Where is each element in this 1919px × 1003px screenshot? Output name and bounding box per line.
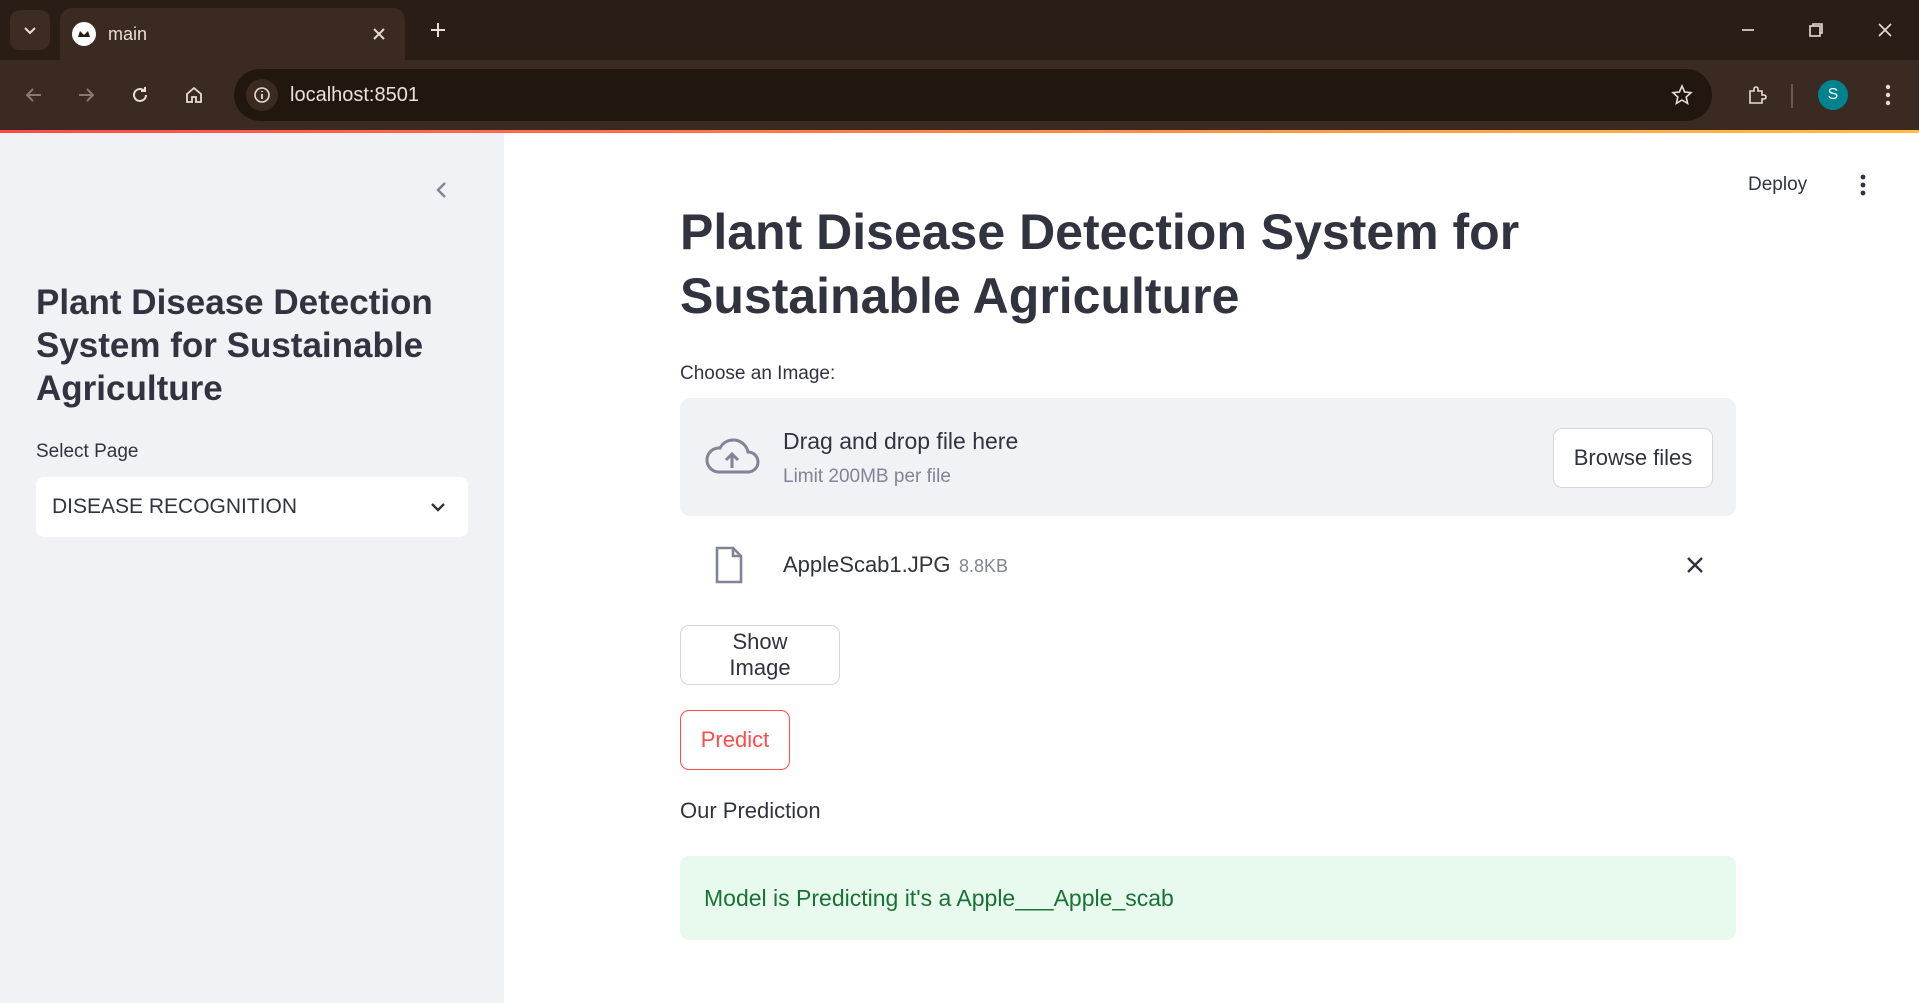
tab-title: main [108, 24, 148, 44]
page-title: Plant Disease Detection System for Susta… [680, 204, 1520, 324]
profile-avatar[interactable]: S [1818, 80, 1848, 110]
page-select[interactable]: DISEASE RECOGNITION [36, 477, 468, 537]
sidebar-title: Plant Disease Detection System for Susta… [36, 283, 433, 408]
page-select-value: DISEASE RECOGNITION [52, 495, 298, 518]
back-arrow-icon[interactable] [14, 75, 54, 115]
tab-search-button[interactable] [10, 10, 50, 50]
uploaded-file-size: 8.8KB [959, 556, 1009, 576]
uploader-label: Choose an Image: [680, 363, 836, 384]
remove-file-close-icon[interactable] [1680, 550, 1710, 580]
sidebar: Plant Disease Detection System for Susta… [0, 133, 504, 1003]
reload-icon[interactable] [120, 75, 160, 115]
file-icon [714, 546, 744, 584]
uploaded-file-row: AppleScab1.JPG 8.8KB [680, 536, 1736, 594]
dropzone-limit: Limit 200MB per file [783, 466, 951, 487]
uploaded-file-name: AppleScab1.JPG [783, 552, 951, 577]
browser-tab[interactable]: main [60, 8, 405, 60]
browser-menu-icon[interactable] [1868, 75, 1908, 115]
show-image-button[interactable]: Show Image [680, 625, 840, 685]
browse-files-button[interactable]: Browse files [1553, 428, 1713, 488]
restore-icon[interactable] [1798, 12, 1834, 48]
site-info-icon[interactable] [246, 79, 278, 111]
select-page-label: Select Page [36, 441, 139, 462]
close-window-icon[interactable] [1867, 12, 1903, 48]
file-dropzone[interactable]: Drag and drop file here Limit 200MB per … [680, 398, 1736, 516]
extensions-puzzle-icon[interactable] [1737, 75, 1777, 115]
streamlit-favicon-icon [72, 22, 96, 46]
browser-toolbar: localhost:8501 S [0, 60, 1919, 130]
close-tab-icon[interactable] [367, 22, 391, 46]
chevron-down-icon [24, 27, 36, 35]
home-icon[interactable] [174, 75, 214, 115]
prediction-heading: Our Prediction [680, 798, 821, 823]
main-menu-icon[interactable] [1848, 170, 1878, 200]
collapse-sidebar-chevron-icon[interactable] [426, 175, 456, 205]
deploy-button[interactable]: Deploy [1748, 170, 1807, 200]
forward-arrow-icon[interactable] [66, 75, 106, 115]
chevron-down-icon [426, 495, 450, 519]
browser-tab-strip: main [0, 0, 1919, 60]
toolbar-divider [1791, 84, 1793, 108]
prediction-success-alert: Model is Predicting it's a Apple___Apple… [680, 856, 1736, 940]
predict-button[interactable]: Predict [680, 710, 790, 770]
prediction-result-text: Model is Predicting it's a Apple___Apple… [704, 885, 1174, 911]
dropzone-instructions: Drag and drop file here [783, 428, 1019, 454]
cloud-upload-icon [702, 432, 762, 480]
address-bar[interactable]: localhost:8501 [234, 69, 1712, 121]
address-url: localhost:8501 [290, 84, 419, 106]
minimize-icon[interactable] [1730, 12, 1766, 48]
bookmark-star-icon[interactable] [1668, 81, 1696, 109]
new-tab-plus-icon[interactable] [422, 14, 454, 46]
